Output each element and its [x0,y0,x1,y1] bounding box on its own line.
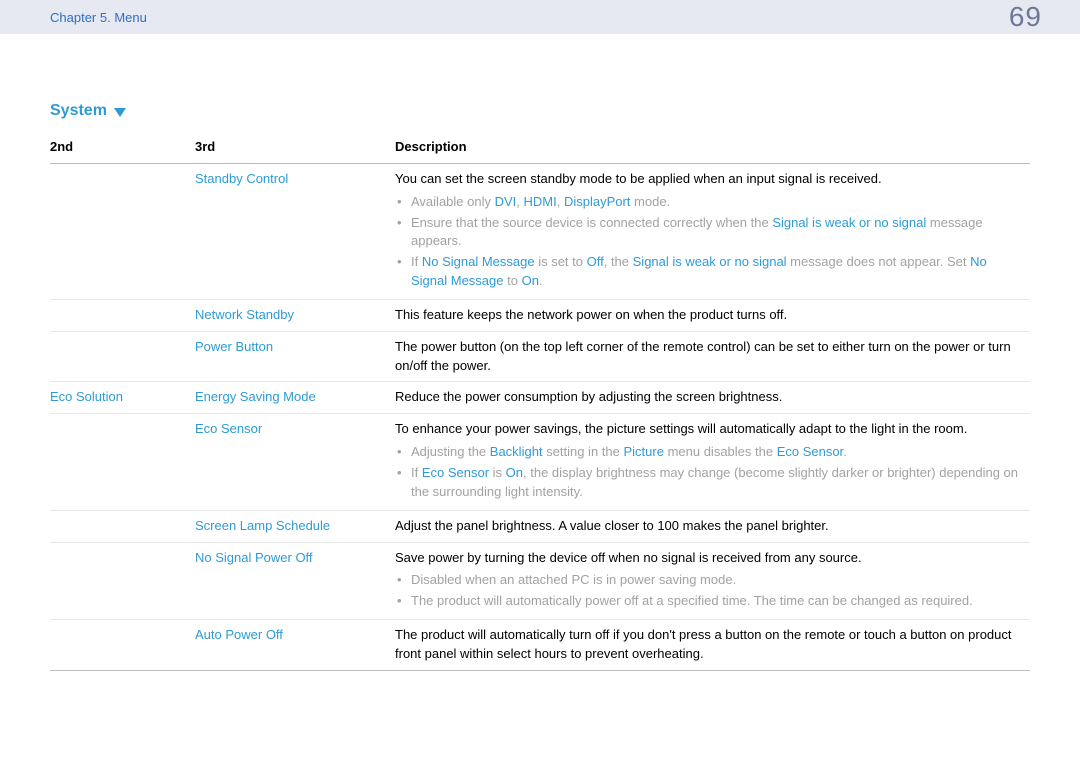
table-row: No Signal Power Off Save power by turnin… [50,542,1030,620]
menu-third: Eco Sensor [195,414,395,510]
menu-desc: Save power by turning the device off whe… [395,542,1030,620]
table-row: Eco Solution Energy Saving Mode Reduce t… [50,382,1030,414]
dropdown-icon [114,108,126,117]
col-3rd: 3rd [195,138,395,163]
list-item: The product will automatically power off… [397,592,1024,611]
menu-table: 2nd 3rd Description Standby Control You … [50,138,1030,671]
table-row: Eco Sensor To enhance your power savings… [50,414,1030,510]
menu-third: Screen Lamp Schedule [195,510,395,542]
menu-third: Network Standby [195,299,395,331]
menu-third: Power Button [195,331,395,382]
list-item: If No Signal Message is set to Off, the … [397,253,1024,291]
page-content: System 2nd 3rd Description Standby Contr… [0,34,1080,671]
section-title: System [50,102,1030,120]
section-title-text: System [50,102,107,120]
list-item: Ensure that the source device is connect… [397,214,1024,252]
menu-third: Energy Saving Mode [195,382,395,414]
page-number: 69 [1009,1,1042,33]
menu-third: Auto Power Off [195,620,395,671]
menu-desc: Reduce the power consumption by adjustin… [395,382,1030,414]
menu-third: No Signal Power Off [195,542,395,620]
col-2nd: 2nd [50,138,195,163]
chapter-label: Chapter 5. Menu [50,10,147,25]
list-item: If Eco Sensor is On, the display brightn… [397,464,1024,502]
menu-third: Standby Control [195,163,395,299]
menu-desc: You can set the screen standby mode to b… [395,163,1030,299]
col-description: Description [395,138,1030,163]
menu-desc: The product will automatically turn off … [395,620,1030,671]
table-row: Power Button The power button (on the to… [50,331,1030,382]
list-item: Adjusting the Backlight setting in the P… [397,443,1024,462]
list-item: Disabled when an attached PC is in power… [397,571,1024,590]
table-row: Standby Control You can set the screen s… [50,163,1030,299]
menu-second: Eco Solution [50,382,195,414]
menu-desc: This feature keeps the network power on … [395,299,1030,331]
menu-desc: Adjust the panel brightness. A value clo… [395,510,1030,542]
menu-desc: To enhance your power savings, the pictu… [395,414,1030,510]
table-row: Auto Power Off The product will automati… [50,620,1030,671]
page-header: Chapter 5. Menu 69 [0,0,1080,34]
menu-desc: The power button (on the top left corner… [395,331,1030,382]
table-row: Screen Lamp Schedule Adjust the panel br… [50,510,1030,542]
list-item: Available only DVI, HDMI, DisplayPort mo… [397,193,1024,212]
table-row: Network Standby This feature keeps the n… [50,299,1030,331]
